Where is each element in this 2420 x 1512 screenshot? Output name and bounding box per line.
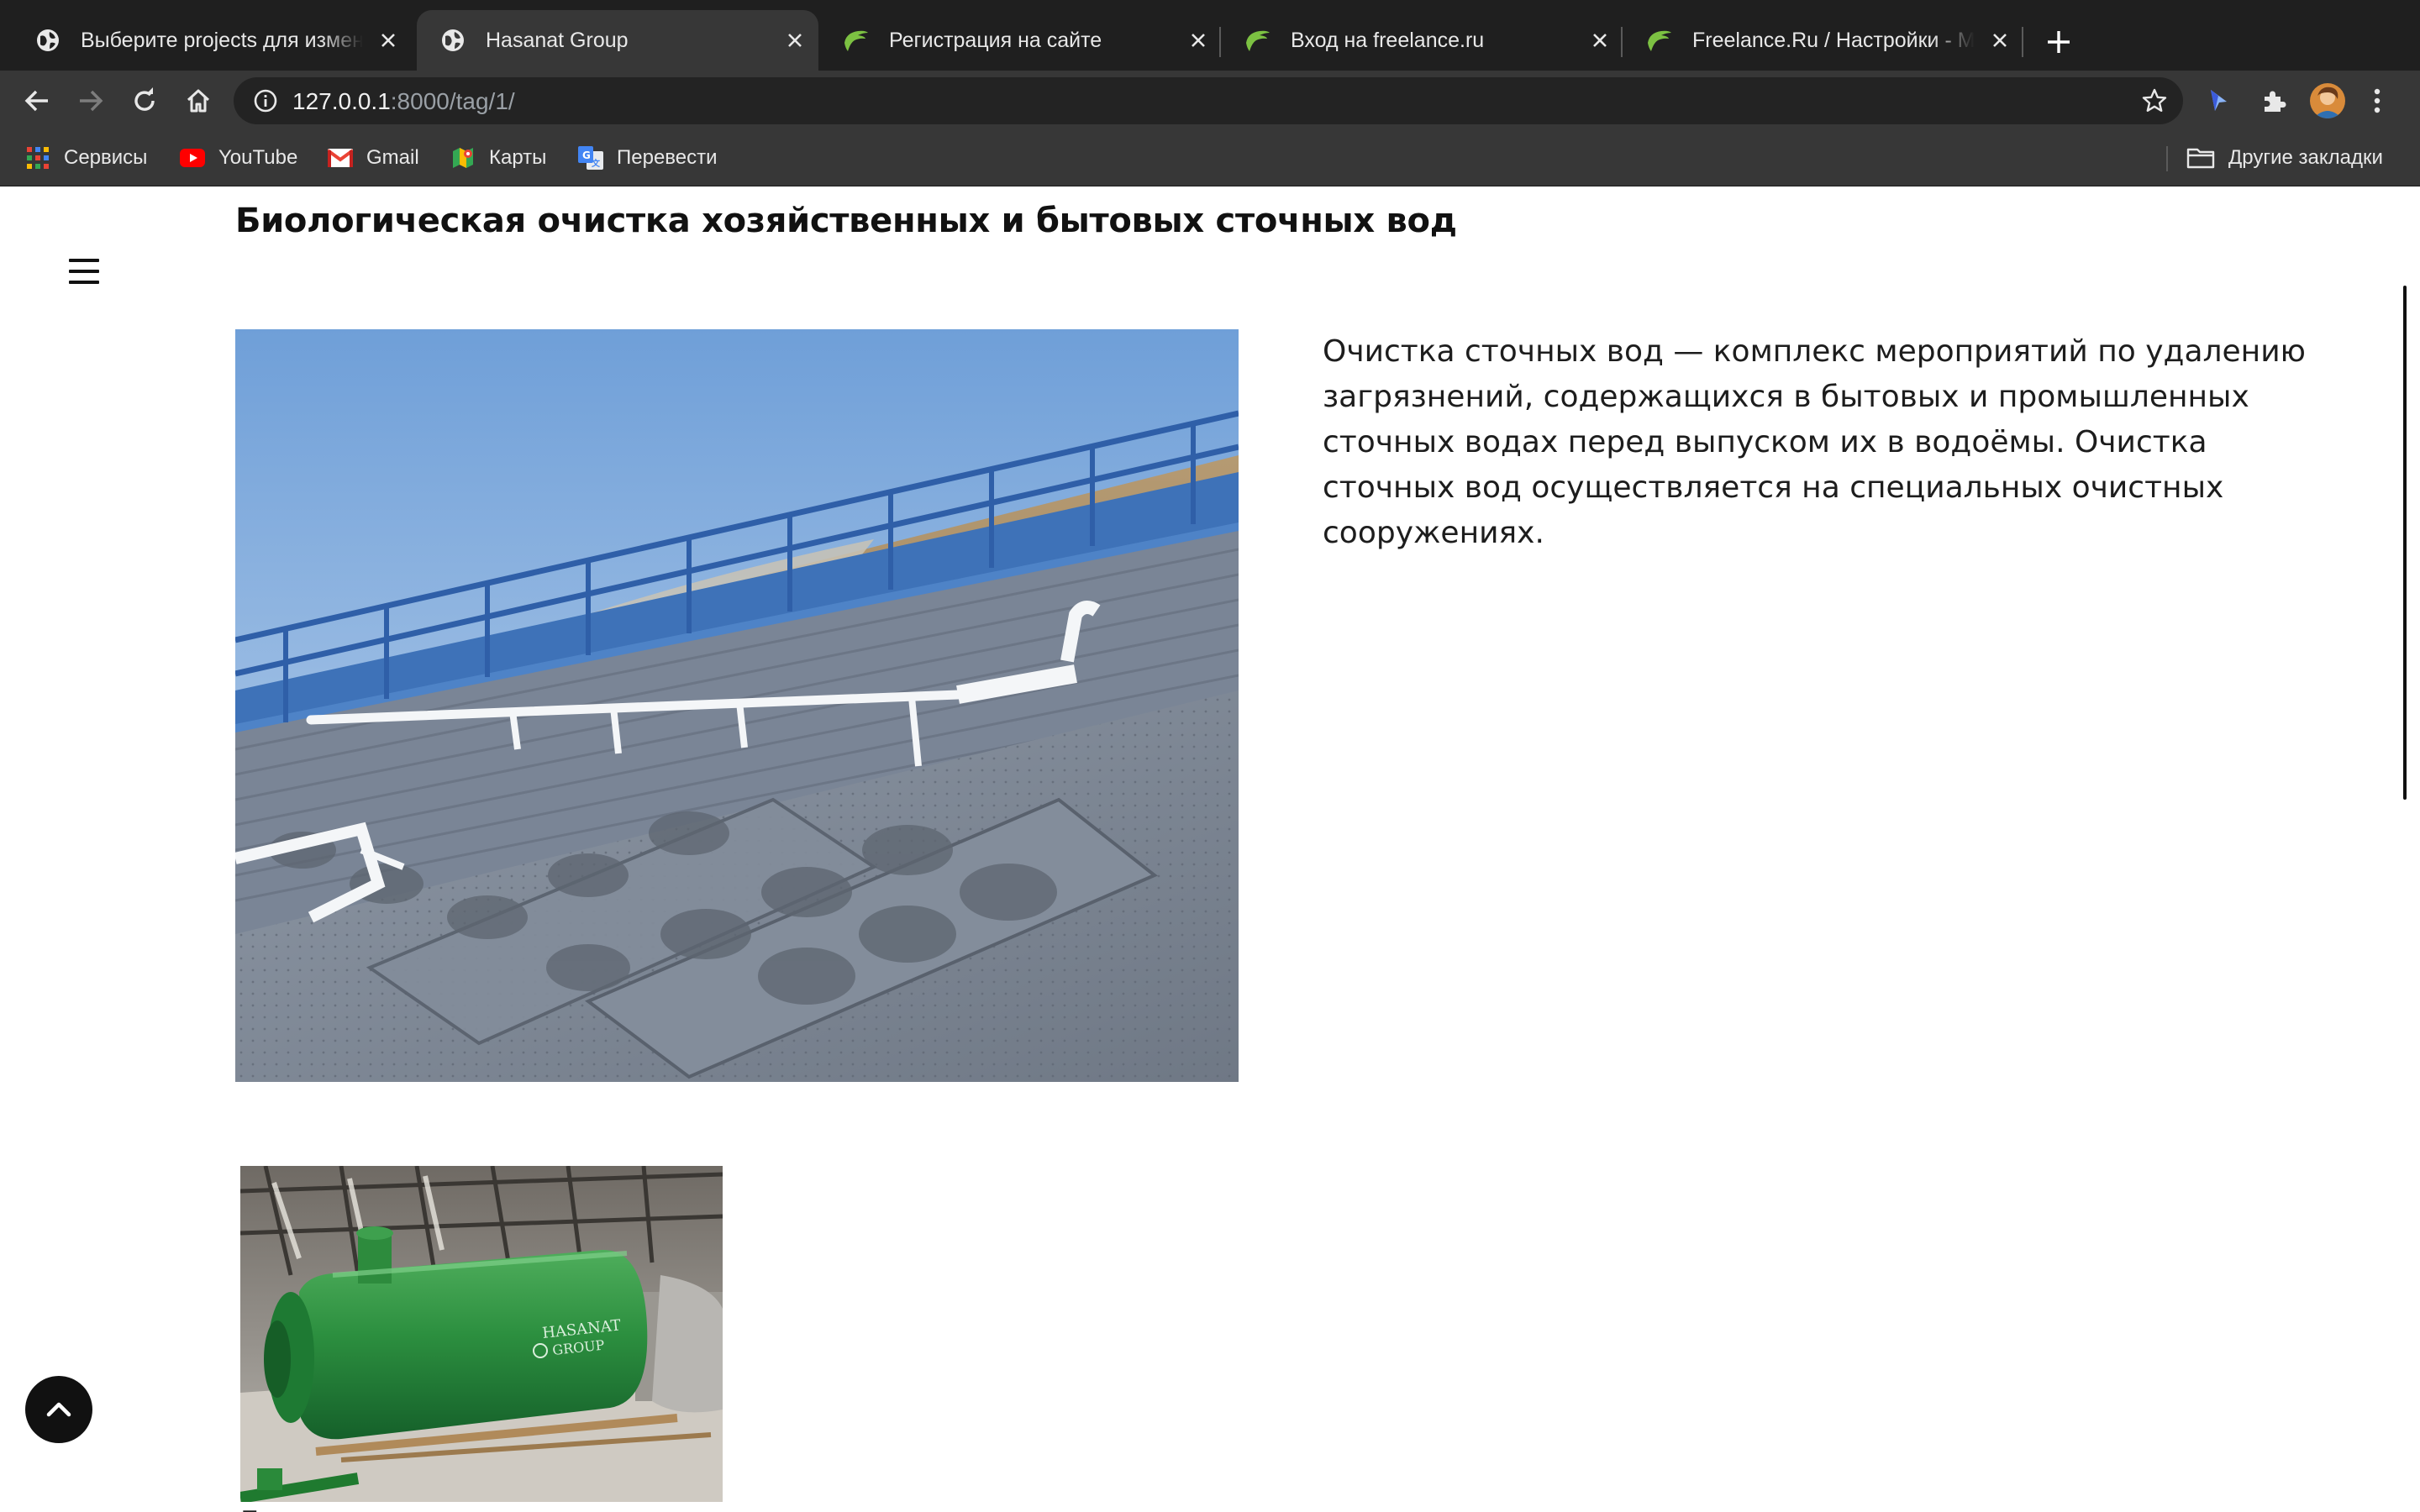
page-title: Биологическая очистка хозяйственных и бы…: [235, 202, 1457, 240]
gmail-icon: [328, 145, 353, 171]
extension-cursor-button[interactable]: [2200, 82, 2237, 119]
tab-title: Hasanat Group: [486, 28, 629, 52]
bookmark-label: Карты: [489, 146, 547, 169]
globe-icon: [439, 26, 467, 55]
bookmark-services[interactable]: Сервисы: [25, 143, 147, 173]
youtube-icon: [180, 145, 205, 171]
tab-freelance-login[interactable]: Вход на freelance.ru: [1222, 10, 1623, 71]
address-bar[interactable]: 127.0.0.1:8000/tag/1/: [234, 77, 2183, 124]
reload-icon: [134, 87, 155, 111]
plus-icon: [2048, 31, 2070, 53]
puzzle-icon: [2265, 91, 2286, 112]
tab-separator: [1621, 27, 1623, 57]
browser-toolbar: 127.0.0.1:8000/tag/1/: [0, 71, 2420, 131]
tab-separator: [2022, 27, 2023, 57]
bookmarks-bar: Сервисы YouTube Gmail Карты G文 Перевести…: [0, 131, 2420, 186]
hamburger-menu-icon[interactable]: [69, 259, 99, 284]
svg-text:G: G: [582, 150, 591, 161]
freelance-leaf-icon: [1645, 26, 1674, 55]
new-tab-button[interactable]: [2040, 24, 2077, 60]
home-icon: [187, 89, 210, 113]
other-bookmarks[interactable]: Другие закладки: [2186, 143, 2383, 173]
bookmark-label: Перевести: [617, 146, 718, 169]
page-content: Биологическая очистка хозяйственных и бы…: [0, 186, 2420, 1512]
reload-button[interactable]: [126, 82, 163, 119]
tab-registration[interactable]: Регистрация на сайте: [820, 10, 1222, 71]
tab-title: Freelance.Ru / Настройки - Мой профиль: [1692, 28, 1975, 52]
tab-separator: [1219, 27, 1221, 57]
close-icon[interactable]: [1585, 25, 1615, 55]
tab-freelance-settings[interactable]: Freelance.Ru / Настройки - Мой профиль: [1623, 10, 2023, 71]
green-tank-photo: HASANAT GROUP: [240, 1166, 723, 1502]
apps-grid-icon: [25, 145, 50, 171]
bookmark-youtube[interactable]: YouTube: [180, 143, 297, 173]
url-host: 127.0.0.1: [292, 88, 391, 114]
freelance-leaf-icon: [842, 26, 871, 55]
tab-title: Выберите projects для изменения: [81, 28, 363, 52]
bookmark-gmail[interactable]: Gmail: [328, 143, 419, 173]
close-icon[interactable]: [1985, 25, 2015, 55]
folder-icon: [2186, 145, 2215, 171]
translate-icon: G文: [578, 145, 603, 171]
other-bookmarks-label: Другие закладки: [2228, 146, 2383, 169]
close-icon[interactable]: [1183, 25, 1213, 55]
svg-text:文: 文: [592, 158, 601, 169]
scroll-to-top-button[interactable]: [25, 1376, 92, 1443]
url-text[interactable]: 127.0.0.1:8000/tag/1/: [292, 88, 515, 115]
bookmark-label: YouTube: [218, 146, 298, 169]
bookmark-maps[interactable]: Карты: [450, 143, 546, 173]
forward-button[interactable]: [72, 82, 109, 119]
close-icon[interactable]: [780, 25, 810, 55]
scrollbar[interactable]: [2403, 286, 2407, 800]
chevron-up-icon: [46, 1402, 71, 1417]
bookmark-label: Gmail: [366, 146, 419, 169]
info-icon[interactable]: [250, 86, 281, 116]
close-icon[interactable]: [373, 25, 403, 55]
bookmarks-divider: [2166, 146, 2168, 171]
cursor-extension-icon: [2211, 90, 2227, 111]
tab-strip: Выберите projects для изменения Hasanat …: [0, 0, 2420, 71]
tab-title: Вход на freelance.ru: [1291, 28, 1485, 52]
arrow-right-icon: [80, 90, 103, 112]
avatar: [2310, 83, 2345, 118]
arrow-left-icon: [24, 90, 48, 112]
globe-icon: [34, 26, 62, 55]
bookmark-label: Сервисы: [64, 146, 148, 169]
home-button[interactable]: [180, 82, 217, 119]
kebab-menu-icon: [2374, 88, 2381, 113]
partial-caption: Б: [240, 1505, 260, 1512]
tab-projects[interactable]: Выберите projects для изменения: [12, 10, 412, 71]
menu-button[interactable]: [2365, 82, 2390, 119]
tab-title: Регистрация на сайте: [889, 28, 1102, 52]
description-text: Очистка сточных вод — комплекс мероприят…: [1323, 334, 2306, 550]
tab-hasanat-group[interactable]: Hasanat Group: [417, 10, 818, 71]
bookmark-translate[interactable]: G文 Перевести: [578, 143, 718, 173]
bookmark-star-icon[interactable]: [2139, 86, 2170, 116]
maps-icon: [450, 145, 476, 171]
profile-button[interactable]: [2309, 82, 2346, 119]
back-button[interactable]: [18, 82, 55, 119]
extensions-button[interactable]: [2255, 82, 2292, 119]
freelance-leaf-icon: [1244, 26, 1272, 55]
url-path: :8000/tag/1/: [390, 88, 515, 114]
treatment-plant-photo: [235, 329, 1239, 1082]
